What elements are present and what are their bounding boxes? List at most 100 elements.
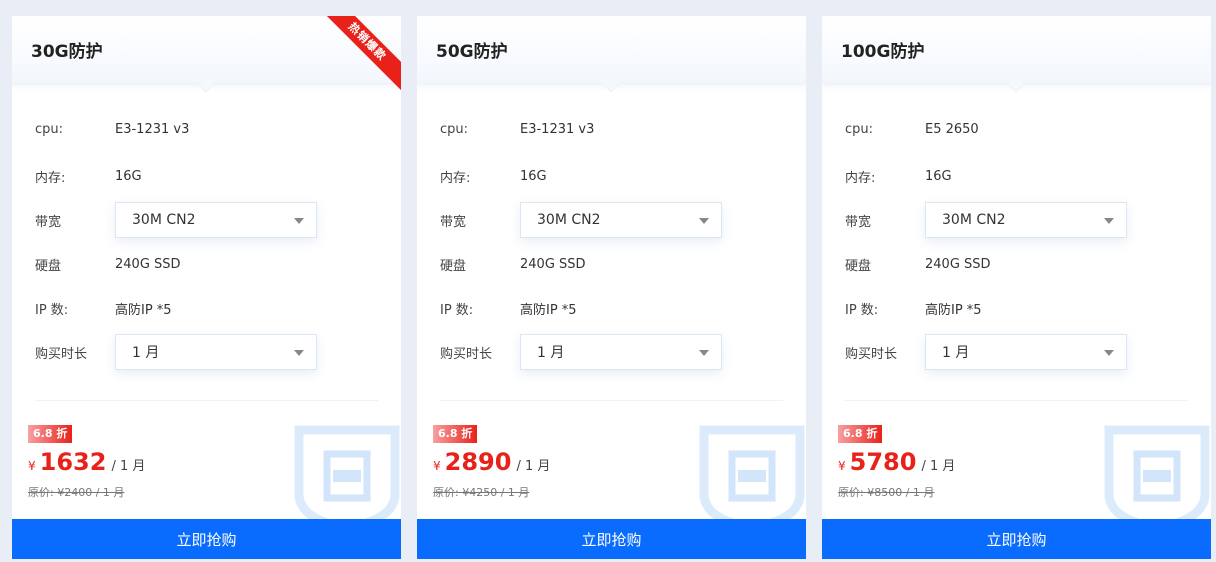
divider [35,400,378,401]
caret-down-icon [1104,350,1114,356]
plan-card-50g: 50G防护 cpu: E3-1231 v3 内存: 16G 带宽 30M CN2… [417,16,806,559]
disk-label: 硬盘 [35,259,62,274]
plan-card-header: 30G防护 热销爆款 [12,16,401,93]
duration-label: 购买时长 [440,346,493,362]
duration-row: 购买时长 1 月 [35,334,317,370]
buy-now-button[interactable]: 立即抢购 [12,519,401,559]
ip-value: 高防IP *5 [115,303,172,318]
bandwidth-select[interactable]: 30M CN2 [520,202,722,238]
hot-ribbon: 热销爆款 [321,16,401,96]
cpu-label: cpu: [35,122,64,137]
shield-icon [294,425,400,528]
bandwidth-label: 带宽 [845,214,872,230]
price-period: / 1 月 [111,459,146,474]
ip-label: IP 数: [35,303,69,318]
ip-value: 高防IP *5 [925,303,982,318]
price: ¥ 1632 / 1 月 [28,448,145,476]
discount-badge: 6.8 折 [838,425,883,443]
memory-value: 16G [520,169,547,184]
memory-value: 16G [115,169,142,184]
memory-label: 内存: [845,171,876,186]
cpu-label: cpu: [440,122,469,137]
buy-now-button[interactable]: 立即抢购 [822,519,1211,559]
duration-selected-value: 1 月 [537,345,565,361]
plan-title: 30G防护 [31,42,103,62]
price-value: 1632 [39,448,107,476]
cpu-value: E3-1231 v3 [520,122,595,137]
disk-value: 240G SSD [115,257,181,272]
bandwidth-row: 带宽 30M CN2 [440,202,722,238]
original-price: 原价: ¥4250 / 1 月 [433,486,530,499]
cpu-label: cpu: [845,122,874,137]
bandwidth-label: 带宽 [35,214,62,230]
caret-down-icon [1104,218,1114,224]
original-price: 原价: ¥2400 / 1 月 [28,486,125,499]
disk-value: 240G SSD [520,257,586,272]
duration-row: 购买时长 1 月 [845,334,1127,370]
plan-title: 100G防护 [841,42,925,62]
original-price: 原价: ¥8500 / 1 月 [838,486,935,499]
plan-card-header: 100G防护 [822,16,1211,93]
discount-badge: 6.8 折 [28,425,73,443]
disk-label: 硬盘 [440,259,467,274]
cpu-value: E5 2650 [925,122,979,137]
shield-icon [699,425,805,528]
memory-row: 内存: 16G [35,167,142,186]
memory-label: 内存: [35,171,66,186]
shield-icon [1104,425,1210,528]
duration-label: 购买时长 [845,346,898,362]
divider [440,400,783,401]
bandwidth-selected-value: 30M CN2 [942,212,1006,228]
memory-row: 内存: 16G [440,167,547,186]
cpu-row: cpu: E3-1231 v3 [440,122,594,137]
disk-row: 硬盘 240G SSD [845,255,991,274]
ip-row: IP 数: 高防IP *5 [440,299,577,318]
ip-value: 高防IP *5 [520,303,577,318]
header-notch [602,75,620,93]
duration-select[interactable]: 1 月 [925,334,1127,370]
price: ¥ 2890 / 1 月 [433,448,550,476]
caret-down-icon [294,218,304,224]
cpu-value: E3-1231 v3 [115,122,190,137]
currency-symbol: ¥ [838,459,846,473]
memory-label: 内存: [440,171,471,186]
buy-now-button[interactable]: 立即抢购 [417,519,806,559]
disk-label: 硬盘 [845,259,872,274]
currency-symbol: ¥ [433,459,441,473]
bandwidth-selected-value: 30M CN2 [537,212,601,228]
duration-selected-value: 1 月 [942,345,970,361]
price-period: / 1 月 [921,459,956,474]
price-value: 2890 [444,448,512,476]
caret-down-icon [699,218,709,224]
caret-down-icon [699,350,709,356]
price-value: 5780 [849,448,917,476]
bandwidth-label: 带宽 [440,214,467,230]
ip-label: IP 数: [845,303,879,318]
duration-select[interactable]: 1 月 [115,334,317,370]
bandwidth-select[interactable]: 30M CN2 [925,202,1127,238]
bandwidth-selected-value: 30M CN2 [132,212,196,228]
bandwidth-row: 带宽 30M CN2 [845,202,1127,238]
bandwidth-select[interactable]: 30M CN2 [115,202,317,238]
duration-row: 购买时长 1 月 [440,334,722,370]
duration-selected-value: 1 月 [132,345,160,361]
duration-select[interactable]: 1 月 [520,334,722,370]
ip-row: IP 数: 高防IP *5 [845,299,982,318]
bandwidth-row: 带宽 30M CN2 [35,202,317,238]
divider [845,400,1188,401]
price-period: / 1 月 [516,459,551,474]
disk-row: 硬盘 240G SSD [35,255,181,274]
header-notch [197,75,215,93]
ip-row: IP 数: 高防IP *5 [35,299,172,318]
plan-card-100g: 100G防护 cpu: E5 2650 内存: 16G 带宽 30M CN2 硬… [822,16,1211,559]
plan-title: 50G防护 [436,42,508,62]
caret-down-icon [294,350,304,356]
price: ¥ 5780 / 1 月 [838,448,955,476]
discount-badge: 6.8 折 [433,425,478,443]
disk-row: 硬盘 240G SSD [440,255,586,274]
hot-ribbon-label: 热销爆款 [321,16,401,92]
duration-label: 购买时长 [35,346,88,362]
memory-value: 16G [925,169,952,184]
currency-symbol: ¥ [28,459,36,473]
plan-card-header: 50G防护 [417,16,806,93]
